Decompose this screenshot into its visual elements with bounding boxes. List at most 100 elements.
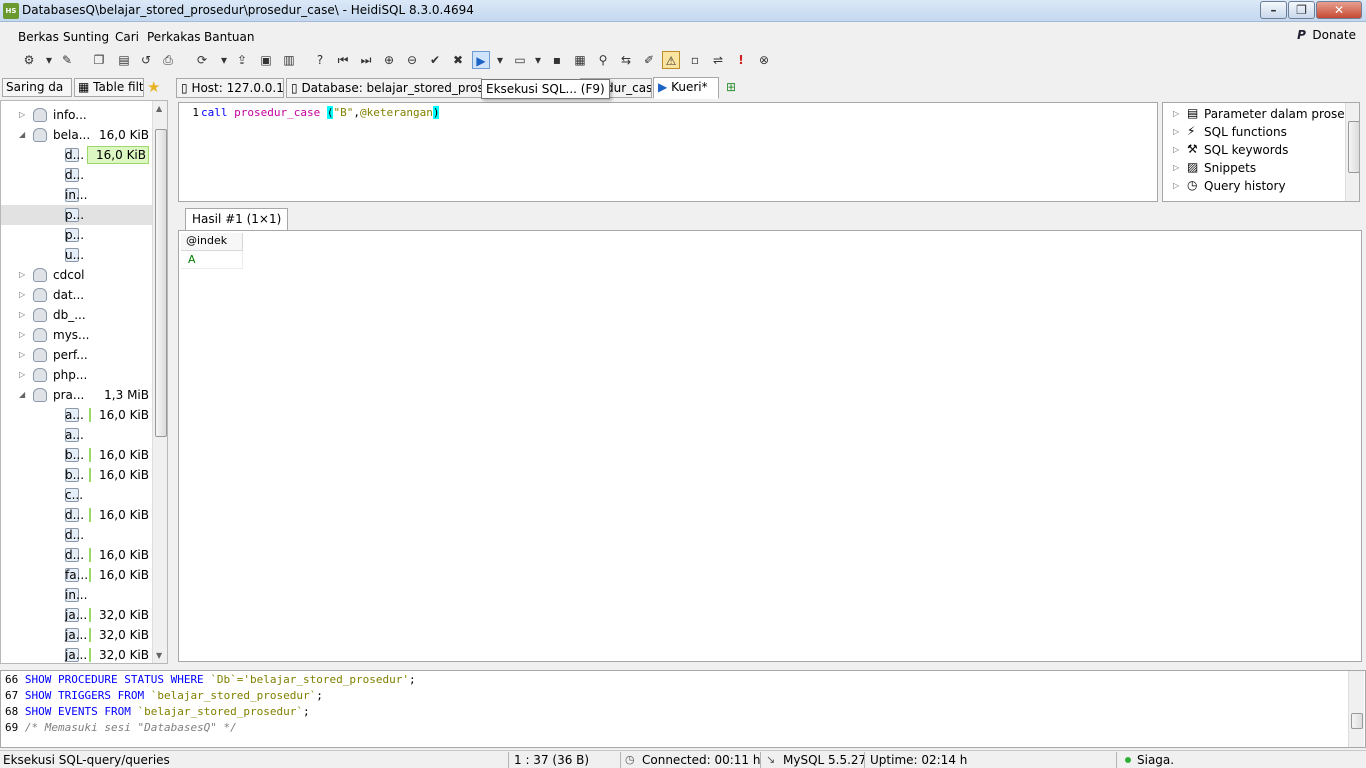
tree-item[interactable]: a... 16,0 KiB <box>1 405 152 425</box>
tree-item[interactable]: ja... 32,0 KiB <box>1 645 152 663</box>
save-icon[interactable]: ▪ <box>548 51 566 69</box>
result-grid[interactable]: @indek A <box>178 230 1362 662</box>
replace-icon[interactable]: ⇆ <box>617 51 635 69</box>
close-button[interactable]: ✕ <box>1316 1 1362 19</box>
tree-item[interactable]: b... 16,0 KiB <box>1 445 152 465</box>
tree-item[interactable]: fa... 16,0 KiB <box>1 565 152 585</box>
edit-icon[interactable]: ✐ <box>640 51 658 69</box>
apply-icon[interactable]: ✔ <box>426 51 444 69</box>
tree-item[interactable]: b... 16,0 KiB <box>1 465 152 485</box>
execute-sql-icon[interactable]: ▶ <box>472 51 490 69</box>
helpers-scrollbar[interactable] <box>1345 103 1359 201</box>
cancel-icon[interactable]: ✖ <box>449 51 467 69</box>
menu-berkas[interactable]: Berkas <box>18 30 59 44</box>
tree-item[interactable]: ▷ info... <box>1 105 152 125</box>
result-column-header[interactable]: @indek <box>181 233 243 251</box>
tree-item[interactable]: d... <box>1 165 152 185</box>
dropdown-icon[interactable]: ▾ <box>491 51 509 69</box>
helper-item[interactable]: ▷ ▨ Snippets <box>1163 159 1343 177</box>
helper-item[interactable]: ▷ ⚒ SQL keywords <box>1163 141 1343 159</box>
disconnect-icon[interactable]: ✎ <box>58 51 76 69</box>
minimize-button[interactable]: – <box>1260 1 1287 19</box>
collapse-icon[interactable]: ◢ <box>19 390 25 399</box>
tree-item[interactable]: in... <box>1 585 152 605</box>
exclamation-icon[interactable]: ! <box>732 51 750 69</box>
import-icon[interactable]: ▣ <box>257 51 275 69</box>
helper-item[interactable]: ▷ ⚡ SQL functions <box>1163 123 1343 141</box>
binoculars-icon[interactable]: ⚲ <box>594 51 612 69</box>
dropdown-icon[interactable]: ▾ <box>40 51 58 69</box>
remove-icon[interactable]: ⊖ <box>403 51 421 69</box>
tree-item[interactable]: d... <box>1 525 152 545</box>
copy-icon[interactable]: ❐ <box>90 51 108 69</box>
tree-item[interactable]: in... <box>1 185 152 205</box>
result-cell[interactable]: A <box>181 251 243 269</box>
paste-icon[interactable]: ▤ <box>115 51 133 69</box>
tree-item[interactable]: u... <box>1 245 152 265</box>
menu-sunting[interactable]: Sunting <box>63 30 109 44</box>
maximize-button[interactable]: ❐ <box>1288 1 1315 19</box>
tree-item[interactable]: ja... 32,0 KiB <box>1 625 152 645</box>
expand-icon[interactable]: ▷ <box>19 370 25 379</box>
tree-item[interactable]: d... 16,0 KiB <box>1 505 152 525</box>
tree-item[interactable]: a... <box>1 425 152 445</box>
first-icon[interactable]: ⏮ <box>334 51 352 69</box>
dropdown-icon[interactable]: ▾ <box>215 51 233 69</box>
undo-icon[interactable]: ↺ <box>137 51 155 69</box>
refresh-icon[interactable]: ⟳ <box>193 51 211 69</box>
tree-item[interactable]: p... <box>1 225 152 245</box>
favorites-star-icon[interactable]: ★ <box>147 78 160 96</box>
expand-icon[interactable]: ▷ <box>1173 145 1179 154</box>
tree-item[interactable]: ja... 32,0 KiB <box>1 605 152 625</box>
tab-database[interactable]: ▯ Database: belajar_stored_pros... <box>286 78 482 98</box>
export-icon[interactable]: ⇪ <box>233 51 251 69</box>
sql-code[interactable]: call prosedur_case ("B",@keterangan) <box>201 106 440 119</box>
menu-cari[interactable]: Cari <box>115 30 139 44</box>
expand-icon[interactable]: ▷ <box>1173 163 1179 172</box>
tree-item[interactable]: d... 16,0 KiB <box>1 545 152 565</box>
expand-icon[interactable]: ▷ <box>19 110 25 119</box>
tree-item[interactable]: ▷ db_... <box>1 305 152 325</box>
add-icon[interactable]: ⊕ <box>380 51 398 69</box>
wrap-icon[interactable]: ⇌ <box>709 51 727 69</box>
save-folder-icon[interactable]: ▭ <box>511 51 529 69</box>
expand-icon[interactable]: ▷ <box>19 290 25 299</box>
tree-item[interactable]: ◢ bela... 16,0 KiB <box>1 125 152 145</box>
tree-item[interactable]: ▷ cdcol <box>1 265 152 285</box>
tree-item[interactable]: p... <box>1 205 152 225</box>
save-all-icon[interactable]: ▦ <box>571 51 589 69</box>
last-icon[interactable]: ⏭ <box>357 51 375 69</box>
log-scroll-thumb[interactable] <box>1351 713 1363 729</box>
expand-icon[interactable]: ▷ <box>1173 181 1179 190</box>
helper-item[interactable]: ▷ ▤ Parameter dalam prosed... <box>1163 105 1359 123</box>
clear-icon[interactable]: ▫ <box>686 51 704 69</box>
menu-bantuan[interactable]: Bantuan <box>204 30 254 44</box>
connect-icon[interactable]: ⚙ <box>20 51 38 69</box>
log-scrollbar[interactable] <box>1348 671 1364 747</box>
tab-query[interactable]: ▶ Kueri* <box>653 77 719 99</box>
tree-item[interactable]: ▷ perf... <box>1 345 152 365</box>
tree-item[interactable]: c... <box>1 485 152 505</box>
copy-sql-icon[interactable]: ▥ <box>280 51 298 69</box>
collapse-icon[interactable]: ◢ <box>19 130 25 139</box>
sql-editor[interactable]: 1 call prosedur_case ("B",@keterangan) <box>178 102 1158 202</box>
helpers-scroll-thumb[interactable] <box>1348 121 1359 173</box>
tab-host[interactable]: ▯ Host: 127.0.0.1 <box>176 78 284 98</box>
expand-icon[interactable]: ▷ <box>1173 127 1179 136</box>
table-filter-tab[interactable]: ▦ Table filte <box>74 78 144 97</box>
expand-icon[interactable]: ▷ <box>19 270 25 279</box>
expand-icon[interactable]: ▷ <box>19 350 25 359</box>
tree-item[interactable]: d... 16,0 KiB <box>1 145 152 165</box>
tree-item[interactable]: ▷ php... <box>1 365 152 385</box>
filter-tab[interactable]: Saring da <box>2 78 72 97</box>
print-icon[interactable]: ⎙ <box>159 51 177 69</box>
help-icon[interactable]: ? <box>311 51 329 69</box>
tree-scrollbar[interactable]: ▲ ▼ <box>152 101 167 663</box>
warning-icon[interactable]: ⚠ <box>662 51 680 69</box>
expand-icon[interactable]: ▷ <box>1173 109 1179 118</box>
sql-log[interactable]: 66 SHOW PROCEDURE STATUS WHERE `Db`='bel… <box>0 670 1366 748</box>
new-query-tab-icon[interactable]: ⊞ <box>726 80 736 94</box>
expand-icon[interactable]: ▷ <box>19 310 25 319</box>
tree-item[interactable]: ▷ dat... <box>1 285 152 305</box>
helper-item[interactable]: ▷ ◷ Query history <box>1163 177 1343 195</box>
